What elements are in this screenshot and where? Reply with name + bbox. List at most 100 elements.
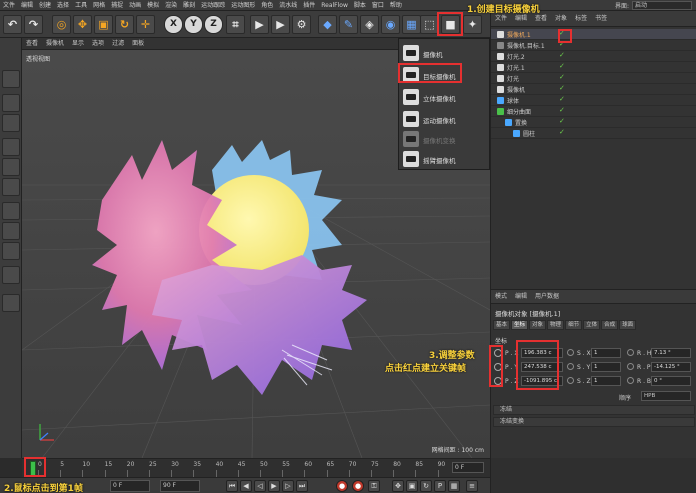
workplane-icon[interactable]: [2, 266, 20, 284]
model-mode-icon[interactable]: [2, 94, 20, 112]
menu-pipeline[interactable]: 流水线: [276, 0, 300, 11]
light-icon[interactable]: ✦: [463, 15, 482, 34]
scale-y-field[interactable]: 1: [591, 362, 621, 372]
om-menu-tags[interactable]: 标签: [571, 11, 591, 27]
order-dropdown[interactable]: HPB: [641, 391, 691, 401]
floor-icon[interactable]: ▦: [402, 15, 421, 34]
menu-item-crane-camera[interactable]: 摇臂摄像机: [399, 149, 491, 169]
attribute-tab[interactable]: 对象: [529, 320, 547, 330]
end-frame-field[interactable]: 90 F: [160, 480, 200, 492]
viewport-menu-display[interactable]: 显示: [68, 38, 88, 50]
attribute-tab[interactable]: 球面: [619, 320, 637, 330]
menu-edit[interactable]: 编辑: [18, 0, 36, 11]
scale-z-field[interactable]: 1: [591, 376, 621, 386]
timeline[interactable]: 0 5 10 15 20 25 30 35 40 45 50 55 60 65 70 75 80 85 90 0 F: [22, 458, 490, 477]
viewport-menu-filter[interactable]: 过滤: [108, 38, 128, 50]
x-axis-icon[interactable]: X: [164, 15, 183, 34]
enabled-check-icon[interactable]: ✓: [559, 84, 565, 92]
am-menu-mode[interactable]: 模式: [491, 290, 511, 304]
tweak-icon[interactable]: [2, 222, 20, 240]
attribute-tab[interactable]: 合成: [601, 320, 619, 330]
world-coords-icon[interactable]: ⌗: [226, 15, 245, 34]
texture-mode-icon[interactable]: [2, 114, 20, 132]
redo-icon[interactable]: ↷: [24, 15, 43, 34]
menu-item-camera[interactable]: 摄像机: [399, 43, 491, 63]
menu-script[interactable]: 脚本: [351, 0, 369, 11]
auto-key-icon[interactable]: ●: [352, 480, 364, 492]
move-icon[interactable]: ✥: [73, 15, 92, 34]
viewport-menu-options[interactable]: 选项: [88, 38, 108, 50]
points-mode-icon[interactable]: [2, 138, 20, 156]
make-editable-icon[interactable]: [2, 70, 20, 88]
edges-mode-icon[interactable]: [2, 158, 20, 176]
timeline-menu-icon[interactable]: ≡: [466, 480, 478, 492]
am-menu-edit[interactable]: 编辑: [511, 290, 531, 304]
subdivision-icon[interactable]: ◈: [360, 15, 379, 34]
key-param-icon[interactable]: P: [434, 480, 446, 492]
menu-select[interactable]: 选择: [54, 0, 72, 11]
viewport-menu-camera[interactable]: 摄像机: [42, 38, 68, 50]
rotate-icon[interactable]: ↻: [115, 15, 134, 34]
object-row[interactable]: 细分曲面 ✓: [491, 106, 696, 117]
menu-mesh[interactable]: 网格: [90, 0, 108, 11]
polygons-mode-icon[interactable]: [2, 178, 20, 196]
keyframe-selection-icon[interactable]: ⚿: [368, 480, 380, 492]
menu-sculpt[interactable]: 雕刻: [180, 0, 198, 11]
enabled-check-icon[interactable]: ✓: [559, 117, 565, 125]
key-position-icon[interactable]: ✥: [392, 480, 404, 492]
enabled-check-icon[interactable]: ✓: [559, 95, 565, 103]
menu-simulate[interactable]: 模拟: [144, 0, 162, 11]
om-menu-objects[interactable]: 对象: [551, 11, 571, 27]
live-select-icon[interactable]: ◎: [52, 15, 71, 34]
rot-h-field[interactable]: 7.13 °: [651, 348, 691, 358]
recent-tool-icon[interactable]: ✛: [136, 15, 155, 34]
menu-mograph[interactable]: 运动图形: [228, 0, 258, 11]
render-view-icon[interactable]: ▶: [250, 15, 269, 34]
object-row[interactable]: 摄像机.目标.1 ✓: [491, 40, 696, 51]
z-axis-icon[interactable]: Z: [204, 15, 223, 34]
key-pla-icon[interactable]: ▦: [448, 480, 460, 492]
attribute-tab[interactable]: 物理: [547, 320, 565, 330]
am-menu-userdata[interactable]: 用户数据: [531, 290, 563, 304]
current-frame-field[interactable]: 0 F: [452, 462, 484, 473]
cube-icon[interactable]: ◆: [318, 15, 337, 34]
object-row[interactable]: 灯光.2 ✓: [491, 51, 696, 62]
menu-render[interactable]: 渲染: [162, 0, 180, 11]
rot-b-field[interactable]: 0 °: [651, 376, 691, 386]
key-scale-icon[interactable]: ▣: [406, 480, 418, 492]
keyframe-button-rb[interactable]: [627, 377, 634, 384]
menu-create[interactable]: 创建: [36, 0, 54, 11]
menu-item-motion-camera[interactable]: 运动摄像机: [399, 109, 491, 129]
attribute-tab[interactable]: 基本: [493, 320, 511, 330]
key-rotation-icon[interactable]: ↻: [420, 480, 432, 492]
render-picture-icon[interactable]: ▶: [271, 15, 290, 34]
menu-motion-tracking[interactable]: 运动跟踪: [198, 0, 228, 11]
undo-icon[interactable]: ↶: [3, 15, 22, 34]
snap-icon[interactable]: [2, 242, 20, 260]
object-row[interactable]: 灯光.1 ✓: [491, 62, 696, 73]
object-row[interactable]: 摄像机.1 ✓: [491, 29, 696, 40]
enabled-check-icon[interactable]: ✓: [559, 51, 565, 59]
object-row[interactable]: 球体 ✓: [491, 95, 696, 106]
keyframe-button-sx[interactable]: [567, 349, 574, 356]
keyframe-button-rh[interactable]: [627, 349, 634, 356]
record-key-icon[interactable]: ●: [336, 480, 348, 492]
enabled-check-icon[interactable]: ✓: [559, 73, 565, 81]
keyframe-button-sy[interactable]: [567, 363, 574, 370]
attribute-tab[interactable]: 坐标: [511, 320, 529, 330]
attribute-tab[interactable]: 立体: [583, 320, 601, 330]
start-frame-field[interactable]: 0 F: [110, 480, 150, 492]
lock-icon[interactable]: [2, 294, 20, 312]
menu-item-stereo-camera[interactable]: 立体摄像机: [399, 87, 491, 107]
object-row[interactable]: 灯光 ✓: [491, 73, 696, 84]
menu-window[interactable]: 窗口: [369, 0, 387, 11]
menu-plugins[interactable]: 插件: [300, 0, 318, 11]
enabled-check-icon[interactable]: ✓: [559, 106, 565, 114]
play-backward-icon[interactable]: ◁: [254, 480, 266, 492]
render-settings-icon[interactable]: ⚙: [292, 15, 311, 34]
menu-file[interactable]: 文件: [0, 0, 18, 11]
enabled-check-icon[interactable]: ✓: [559, 128, 565, 136]
object-row[interactable]: 摄像机 ✓: [491, 84, 696, 95]
menu-realflow[interactable]: RealFlow: [318, 0, 351, 11]
viewport-menu-panel[interactable]: 面板: [128, 38, 148, 50]
